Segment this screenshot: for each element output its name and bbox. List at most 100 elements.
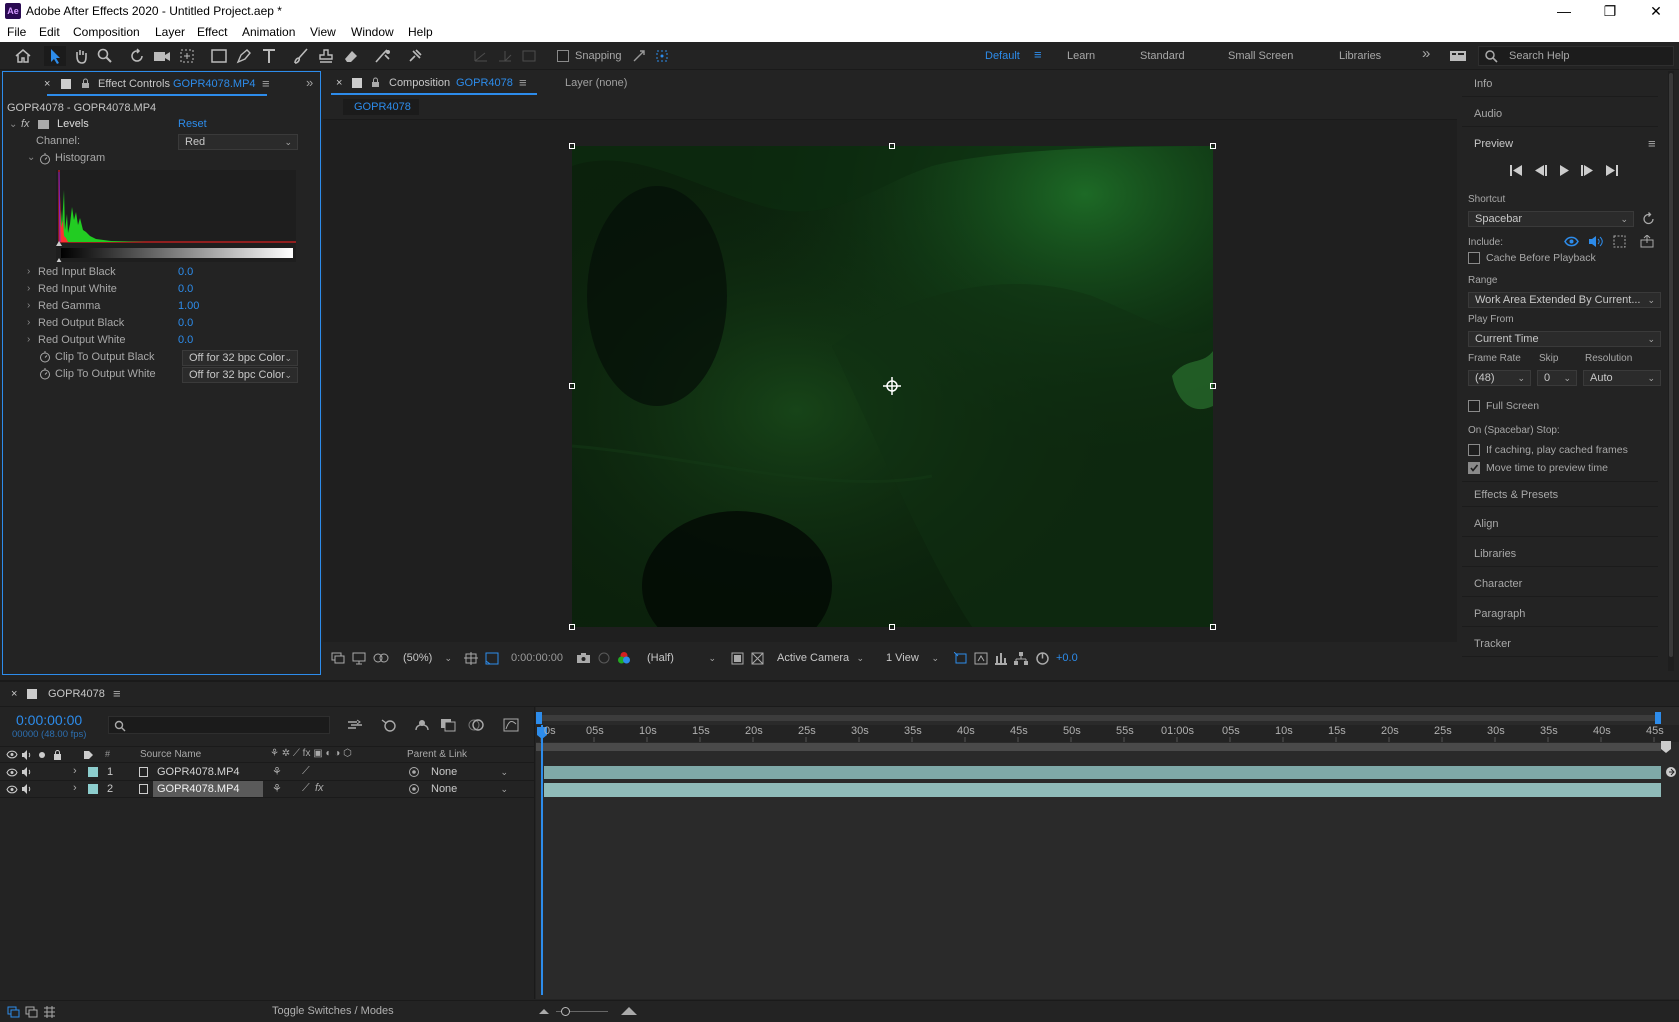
layer-row-1[interactable]: › 1 GOPR4078.MP4 ⚘ ⟋ None ⌄: [0, 764, 535, 781]
region-of-interest-icon[interactable]: [731, 652, 744, 665]
red-output-black-expand-icon[interactable]: ›: [27, 317, 30, 328]
lock-icon[interactable]: [81, 78, 90, 89]
include-overlays-icon[interactable]: [1613, 235, 1626, 248]
effects-presets-header[interactable]: Effects & Presets: [1462, 481, 1658, 507]
handle-top-center[interactable]: [889, 143, 895, 149]
fast-previews-icon[interactable]: [974, 652, 988, 665]
menu-composition[interactable]: Composition: [73, 25, 140, 39]
red-gamma-value[interactable]: 1.00: [178, 300, 199, 312]
workspace-toggle-icon[interactable]: [1447, 46, 1469, 66]
zoom-tool-icon[interactable]: [94, 46, 116, 66]
play-from-dropdown[interactable]: Current Time ⌄: [1468, 331, 1661, 347]
layer-label-color[interactable]: [88, 784, 98, 794]
layer-expand-icon[interactable]: ›: [73, 782, 77, 794]
effect-controls-tab-file[interactable]: GOPR4078.MP4: [173, 78, 256, 90]
workspace-small-screen[interactable]: Small Screen: [1228, 50, 1293, 62]
close-button[interactable]: ✕: [1633, 1, 1679, 21]
close-tab-icon[interactable]: ×: [11, 688, 17, 700]
audio-enabled-icon[interactable]: [21, 767, 32, 777]
time-navigator-end[interactable]: [1655, 712, 1661, 724]
red-output-white-expand-icon[interactable]: ›: [27, 334, 30, 345]
shy-layers-icon[interactable]: [414, 718, 430, 732]
show-snapshot-icon[interactable]: [597, 652, 611, 664]
tracker-header[interactable]: Tracker: [1462, 631, 1658, 657]
red-gamma-expand-icon[interactable]: ›: [27, 300, 30, 311]
composition-tab-name[interactable]: GOPR4078: [456, 77, 513, 89]
axis-world-icon[interactable]: [494, 46, 516, 66]
zoom-in-icon[interactable]: [621, 1006, 637, 1016]
menu-layer[interactable]: Layer: [155, 25, 185, 39]
minimize-button[interactable]: —: [1541, 1, 1587, 21]
clone-stamp-tool-icon[interactable]: [315, 46, 337, 66]
color-channels-icon[interactable]: [617, 651, 631, 665]
time-navigator-start[interactable]: [536, 712, 542, 724]
eraser-tool-icon[interactable]: [340, 46, 362, 66]
comp-mini-flowchart-icon[interactable]: [347, 719, 363, 732]
full-screen-checkbox[interactable]: [1468, 400, 1480, 412]
layer-expand-icon[interactable]: ›: [73, 765, 77, 777]
timeline-tab[interactable]: GOPR4078: [48, 688, 105, 700]
preview-play-icon[interactable]: [1559, 165, 1570, 176]
libraries-header[interactable]: Libraries: [1462, 541, 1658, 567]
time-zoom-slider-thumb[interactable]: [561, 1007, 570, 1016]
red-output-black-value[interactable]: 0.0: [178, 317, 193, 329]
in-out-pane-icon[interactable]: [43, 1006, 56, 1018]
panel-menu-icon[interactable]: ≡: [113, 686, 121, 701]
clip-black-dropdown[interactable]: Off for 32 bpc Color ⌄: [182, 350, 298, 366]
histogram[interactable]: [56, 170, 296, 262]
always-preview-icon[interactable]: [331, 652, 345, 665]
exposure-value[interactable]: +0.0: [1056, 652, 1078, 664]
video-visible-icon[interactable]: [6, 785, 18, 794]
pickwhip-icon[interactable]: [408, 783, 420, 795]
include-audio-icon[interactable]: [1588, 235, 1603, 248]
views-dropdown[interactable]: 1 View ⌄: [880, 651, 944, 667]
layer-2-clip-bar[interactable]: [544, 783, 1661, 797]
timeline-search-field[interactable]: [108, 716, 330, 734]
red-output-white-value[interactable]: 0.0: [178, 334, 193, 346]
handle-middle-right[interactable]: [1210, 383, 1216, 389]
layer-label-color[interactable]: [88, 767, 98, 777]
move-time-checkbox[interactable]: [1468, 462, 1480, 474]
comp-viewer[interactable]: [323, 120, 1457, 642]
fit-frame-icon[interactable]: [464, 652, 478, 665]
workspace-standard[interactable]: Standard: [1140, 50, 1185, 62]
type-tool-icon[interactable]: [258, 46, 280, 66]
reset-shortcut-icon[interactable]: [1642, 212, 1655, 225]
reset-exposure-icon[interactable]: [1036, 652, 1049, 665]
workspace-libraries[interactable]: Libraries: [1339, 50, 1381, 62]
parent-link-column[interactable]: Parent & Link: [407, 749, 467, 760]
levels-expand-icon[interactable]: ⌄: [9, 119, 17, 130]
layer-row-2[interactable]: › 2 GOPR4078.MP4 ⚘ ⟋ fx None ⌄: [0, 781, 535, 798]
preview-last-frame-icon[interactable]: [1605, 165, 1618, 176]
shy-switch-icon[interactable]: ⚘: [272, 782, 282, 795]
menu-animation[interactable]: Animation: [242, 25, 295, 39]
menu-edit[interactable]: Edit: [39, 25, 60, 39]
pen-tool-icon[interactable]: [233, 46, 255, 66]
clip-white-stopwatch-icon[interactable]: [39, 368, 51, 380]
video-visible-icon[interactable]: [6, 768, 18, 777]
shy-switch-icon[interactable]: ⚘: [272, 765, 282, 778]
reset-link[interactable]: Reset: [178, 118, 207, 130]
comp-marker-icon[interactable]: [1661, 741, 1671, 753]
scrollbar-thumb[interactable]: [1669, 73, 1673, 657]
red-input-white-expand-icon[interactable]: ›: [27, 283, 30, 294]
right-panel-scrollbar[interactable]: [1668, 71, 1674, 671]
workspace-learn[interactable]: Learn: [1067, 50, 1095, 62]
transfer-controls-pane-icon[interactable]: [25, 1006, 38, 1018]
snapshot-camera-icon[interactable]: [576, 652, 591, 664]
snapping-checkbox[interactable]: [557, 50, 569, 62]
camera-dropdown[interactable]: Active Camera ⌄: [771, 651, 869, 667]
roto-brush-tool-icon[interactable]: [372, 46, 394, 66]
comp-navigator-button[interactable]: GOPR4078: [343, 99, 419, 115]
histogram-expand-icon[interactable]: ⌄: [27, 152, 35, 163]
preview-next-frame-icon[interactable]: [1581, 165, 1594, 176]
zoom-dropdown[interactable]: (50%) ⌄: [397, 651, 457, 667]
axis-view-icon[interactable]: [518, 46, 540, 66]
audio-panel-header[interactable]: Audio: [1462, 101, 1658, 127]
zoom-out-icon[interactable]: [539, 1007, 549, 1015]
axis-local-icon[interactable]: [470, 46, 492, 66]
range-dropdown[interactable]: Work Area Extended By Current... ⌄: [1468, 292, 1661, 308]
layer-name-selected[interactable]: GOPR4078.MP4: [153, 781, 263, 797]
composition-tab[interactable]: Composition: [389, 77, 450, 89]
cache-before-playback-checkbox[interactable]: [1468, 252, 1480, 264]
